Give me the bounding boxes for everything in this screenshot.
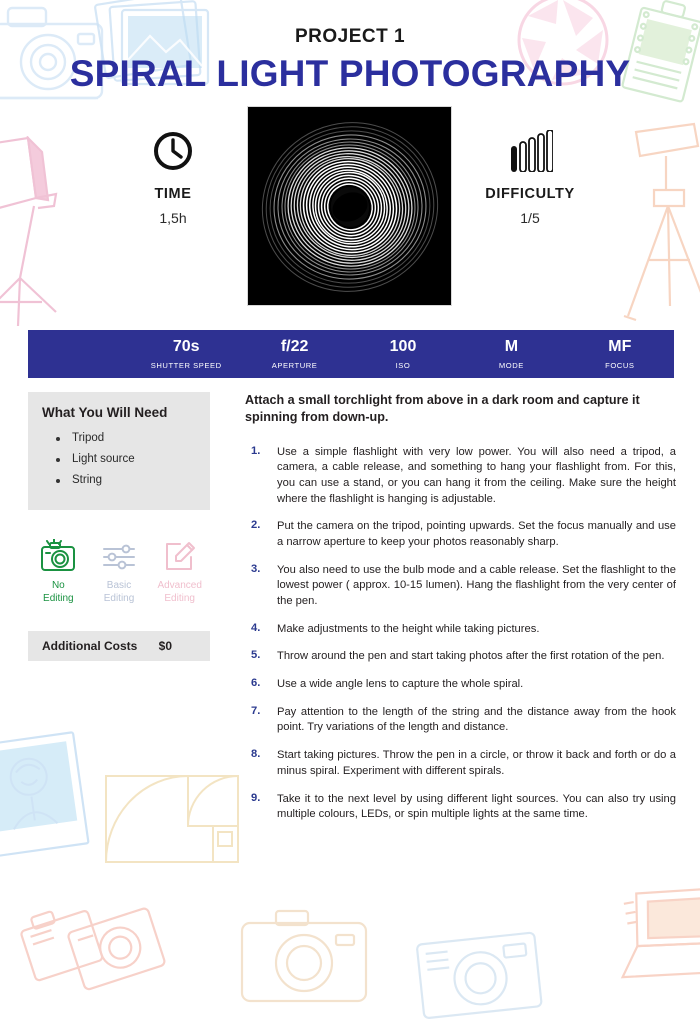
step-text: You also need to use the bulb mode and a… xyxy=(277,563,676,608)
spec-iso: 100 ISO xyxy=(349,338,457,370)
editing-option-advanced-editing[interactable]: Advanced Editing xyxy=(149,538,210,605)
time-value: 1,5h xyxy=(159,209,187,226)
list-item: 1. Use a simple flashlight with very low… xyxy=(245,445,676,508)
intro-text: Attach a small torchlight from above in … xyxy=(245,393,640,425)
spec-value: MF xyxy=(608,338,632,356)
step-text: Start taking pictures. Throw the pen in … xyxy=(277,749,676,777)
step-text: Throw around the pen and start taking ph… xyxy=(277,650,665,663)
list-item: 7. Pay attention to the length of the st… xyxy=(245,705,676,736)
editing-option-no-editing[interactable]: No Editing xyxy=(28,538,89,605)
step-number: 8. xyxy=(251,748,261,761)
list-item: 6. Use a wide angle lens to capture the … xyxy=(245,677,676,693)
project-label: PROJECT 1 xyxy=(294,26,406,47)
list-item: 5. Throw around the pen and start taking… xyxy=(245,649,676,665)
spec-name: SHUTTER SPEED xyxy=(150,360,222,370)
step-text: Take it to the next level by using diffe… xyxy=(277,792,676,821)
spec-mode: M MODE xyxy=(457,338,565,370)
editing-option-label: Advanced Editing xyxy=(157,580,202,604)
editing-option-label: Basic Editing xyxy=(103,580,135,604)
step-text: Use a simple flashlight with very low po… xyxy=(277,445,676,505)
step-number: 1. xyxy=(251,444,261,457)
camera-icon xyxy=(28,538,89,574)
editing-level-row: No Editing Basic Editing Advanced Editin… xyxy=(28,538,210,605)
step-text: Make adjustments to the height while tak… xyxy=(277,622,540,635)
step-number: 5. xyxy=(251,649,261,662)
list-item: 8. Start taking pictures. Throw the pen … xyxy=(245,748,676,779)
step-text: Use a wide angle lens to capture the who… xyxy=(277,678,524,691)
page-title: SPIRAL LIGHT PHOTOGRAPHY xyxy=(69,53,631,94)
spec-value: 100 xyxy=(389,338,417,356)
spec-value: M xyxy=(504,338,519,356)
time-label: TIME xyxy=(154,185,192,202)
step-text: Pay attention to the length of the strin… xyxy=(277,705,676,734)
step-number: 2. xyxy=(251,519,261,532)
additional-costs-value: $0 xyxy=(158,639,172,653)
step-number: 3. xyxy=(251,562,261,575)
additional-costs-label: Additional Costs xyxy=(42,639,138,653)
signal-bars-icon xyxy=(455,126,605,172)
editing-option-label: No Editing xyxy=(43,580,74,604)
spec-name: ISO xyxy=(395,360,411,370)
editing-option-basic-editing[interactable]: Basic Editing xyxy=(89,538,150,605)
sliders-icon xyxy=(89,538,150,574)
spec-name: MODE xyxy=(498,360,524,370)
needs-title: What You Will Need xyxy=(42,405,168,420)
steps-list: 1. Use a simple flashlight with very low… xyxy=(245,445,676,823)
list-item: String xyxy=(42,469,196,490)
spec-focus: MF FOCUS xyxy=(566,338,674,370)
spec-aperture: f/22 APERTURE xyxy=(240,338,348,370)
spec-value: 70s xyxy=(172,338,200,356)
list-item: 9. Take it to the next level by using di… xyxy=(245,792,676,823)
spec-name: FOCUS xyxy=(605,360,635,370)
step-number: 4. xyxy=(251,621,261,634)
list-item: 3. You also need to use the bulb mode an… xyxy=(245,563,676,610)
list-item: 4. Make adjustments to the height while … xyxy=(245,622,676,638)
difficulty-value: 1/5 xyxy=(520,209,540,226)
needs-list: Tripod Light source String xyxy=(42,427,196,490)
clock-icon xyxy=(98,126,248,172)
list-item: Light source xyxy=(42,448,196,469)
project-photo xyxy=(247,105,452,306)
list-item: Tripod xyxy=(42,427,196,448)
step-number: 6. xyxy=(251,677,261,690)
spec-value: f/22 xyxy=(280,338,309,356)
difficulty-meta-block: DIFFICULTY 1/5 xyxy=(455,126,605,226)
spec-name: APERTURE xyxy=(271,360,318,370)
additional-costs-row: Additional Costs $0 xyxy=(28,631,210,661)
pencil-edit-icon xyxy=(149,538,210,574)
camera-specs-bar: 70s SHUTTER SPEED f/22 APERTURE 100 ISO … xyxy=(28,330,674,378)
step-number: 9. xyxy=(251,791,261,804)
difficulty-label: DIFFICULTY xyxy=(485,185,575,202)
time-meta-block: TIME 1,5h xyxy=(98,126,248,226)
instructions-panel: Attach a small torchlight from above in … xyxy=(245,392,676,835)
spec-shutter-speed: 70s SHUTTER SPEED xyxy=(132,338,240,370)
list-item: 2. Put the camera on the tripod, pointin… xyxy=(245,519,676,550)
step-number: 7. xyxy=(251,704,261,717)
page-header: PROJECT 1 SPIRAL LIGHT PHOTOGRAPHY xyxy=(0,0,700,94)
hero-section: TIME 1,5h DIFFICULTY 1/5 xyxy=(0,105,700,311)
what-you-will-need-box: What You Will Need Tripod Light source S… xyxy=(28,392,210,510)
step-text: Put the camera on the tripod, pointing u… xyxy=(277,520,676,549)
sidebar: What You Will Need Tripod Light source S… xyxy=(28,392,210,661)
